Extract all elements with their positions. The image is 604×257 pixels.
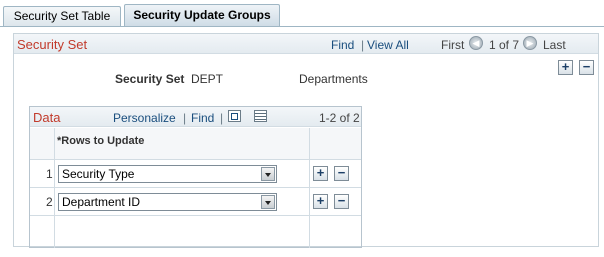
rows-to-update-header: *Rows to Update [57,135,145,147]
security-set-value: DEPT [191,72,224,86]
row-number: 2 [46,195,53,209]
grid-separator: | [183,111,187,125]
delete-row-button[interactable]: − [334,194,349,209]
tab-security-update-groups[interactable]: Security Update Groups [124,4,280,26]
view-in-new-window-icon[interactable] [228,110,241,122]
find-link[interactable]: Find [331,38,354,52]
first-link[interactable]: First [441,38,464,52]
row-number: 1 [46,167,53,181]
row-counter: 1 of 7 [489,38,520,52]
table-row: 2 Department ID + − [30,188,361,216]
grid-find-link[interactable]: Find [191,111,214,125]
data-grid-title: Data [33,110,61,125]
add-row-button[interactable]: + [313,166,328,181]
security-set-title: Security Set [17,37,88,52]
next-arrow-icon[interactable]: ▶ [523,36,537,50]
rows-to-update-select[interactable]: Department ID [58,193,277,211]
previous-arrow-icon[interactable]: ◀ [469,36,483,50]
dropdown-arrow-icon[interactable] [261,195,275,209]
select-value: Department ID [62,195,141,209]
tab-divider [0,26,604,27]
tab-security-set-table[interactable]: Security Set Table [3,6,121,26]
dropdown-arrow-icon[interactable] [261,167,275,181]
grid-separator: | [220,111,224,125]
nav-separator: | [361,38,365,52]
view-all-link[interactable]: View All [367,38,409,52]
add-row-button[interactable]: + [313,194,328,209]
data-grid: Data Personalize | Find | 1-2 of 2 *Rows… [29,106,362,248]
security-set-header: Security Set Find | View All First ◀ 1 o… [14,34,598,54]
security-set-label: Security Set [115,72,185,86]
data-grid-header: Data Personalize | Find | 1-2 of 2 [30,107,361,127]
grid-row-count: 1-2 of 2 [319,111,360,125]
security-set-group: Security Set Find | View All First ◀ 1 o… [13,33,599,248]
delete-row-button[interactable]: − [579,60,594,75]
select-value: Security Type [62,167,135,181]
tab-label: Security Set Table [13,9,111,23]
security-set-description: Departments [299,72,368,86]
last-link[interactable]: Last [543,38,566,52]
grid-column-header-row: *Rows to Update [30,128,361,160]
table-row: 1 Security Type + − [30,160,361,188]
tab-label: Security Update Groups [133,8,271,22]
rows-to-update-select[interactable]: Security Type [58,165,277,183]
personalize-link[interactable]: Personalize [113,111,176,125]
download-spreadsheet-icon[interactable] [254,110,267,122]
delete-row-button[interactable]: − [334,166,349,181]
add-row-button[interactable]: + [558,60,573,75]
